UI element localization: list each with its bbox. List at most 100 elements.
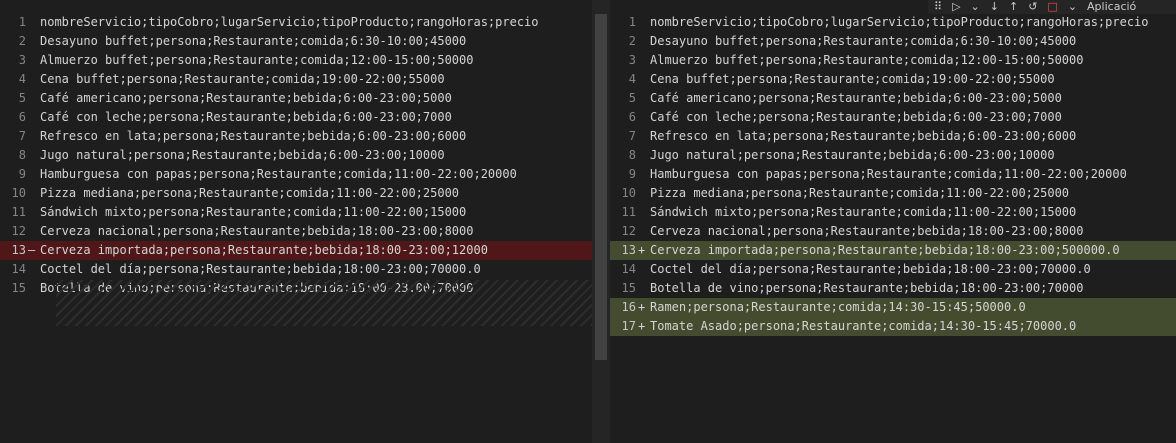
- line-text: Ramen;persona;Restaurante;comida;14:30-1…: [650, 300, 1026, 314]
- left-line-9[interactable]: 9 Hamburguesa con papas;persona;Restauran…: [0, 165, 592, 184]
- left-line-4[interactable]: 4 Cena buffet;persona;Restaurante;comida;…: [0, 70, 592, 89]
- line-text: Jugo natural;persona;Restaurante;bebida;…: [650, 148, 1055, 162]
- line-text: Almuerzo buffet;persona;Restaurante;comi…: [40, 53, 474, 67]
- line-text: Refresco en lata;persona;Restaurante;beb…: [40, 129, 467, 143]
- right-line-3[interactable]: 3 Almuerzo buffet;persona;Restaurante;com…: [610, 51, 1176, 70]
- chevron-down-icon[interactable]: ⌄: [971, 0, 980, 14]
- diff-toolbar: ⠿ ▷ ⌄ ↓ ↑ ↺ □ ⌄ Aplicació: [928, 0, 1176, 14]
- right-line-11[interactable]: 11 Sándwich mixto;persona;Restaurante;com…: [610, 203, 1176, 222]
- right-line-6[interactable]: 6 Café con leche;persona;Restaurante;bebi…: [610, 108, 1176, 127]
- right-line-2[interactable]: 2 Desayuno buffet;persona;Restaurante;com…: [610, 32, 1176, 51]
- line-text: Café americano;persona;Restaurante;bebid…: [40, 91, 452, 105]
- line-number: 2: [18, 34, 26, 48]
- right-line-9[interactable]: 9 Hamburguesa con papas;persona;Restauran…: [610, 165, 1176, 184]
- left-scrollbar[interactable]: [595, 14, 607, 360]
- left-line-12[interactable]: 12 Cerveza nacional;persona;Restaurante;b…: [0, 222, 592, 241]
- right-line-1[interactable]: 1 nombreServicio;tipoCobro;lugarServicio;…: [610, 13, 1176, 32]
- line-text: Hamburguesa con papas;persona;Restaurant…: [650, 167, 1127, 181]
- line-number: 1: [18, 15, 26, 29]
- left-line-10[interactable]: 10 Pizza mediana;persona;Restaurante;comi…: [0, 184, 592, 203]
- left-line-13[interactable]: 13— Cerveza importada;persona;Restaurante…: [0, 241, 592, 260]
- line-number: 8: [18, 148, 26, 162]
- line-text: nombreServicio;tipoCobro;lugarServicio;t…: [40, 15, 539, 29]
- line-text: Café americano;persona;Restaurante;bebid…: [650, 91, 1062, 105]
- line-number: 7: [628, 129, 636, 143]
- right-line-8[interactable]: 8 Jugo natural;persona;Restaurante;bebida…: [610, 146, 1176, 165]
- line-number: 8: [628, 148, 636, 162]
- left-line-1[interactable]: 1 nombreServicio;tipoCobro;lugarServicio;…: [0, 13, 592, 32]
- left-line-7[interactable]: 7 Refresco en lata;persona;Restaurante;be…: [0, 127, 592, 146]
- left-line-6[interactable]: 6 Café con leche;persona;Restaurante;bebi…: [0, 108, 592, 127]
- line-text: Cerveza nacional;persona;Restaurante;beb…: [40, 224, 474, 238]
- revert-icon[interactable]: ↺: [1028, 0, 1037, 14]
- line-number: 10: [11, 186, 26, 200]
- line-text: Refresco en lata;persona;Restaurante;beb…: [650, 129, 1077, 143]
- right-line-12[interactable]: 12 Cerveza nacional;persona;Restaurante;b…: [610, 222, 1176, 241]
- left-line-11[interactable]: 11 Sándwich mixto;persona;Restaurante;com…: [0, 203, 592, 222]
- arrow-down-icon[interactable]: ↓: [990, 0, 999, 14]
- line-number: 10: [621, 186, 636, 200]
- chevron-down-icon[interactable]: ⌄: [1068, 0, 1077, 14]
- line-text: Coctel del día;persona;Restaurante;bebid…: [650, 262, 1091, 276]
- line-text: Coctel del día;persona;Restaurante;bebid…: [40, 262, 481, 276]
- toolbar-label[interactable]: Aplicació: [1087, 0, 1136, 14]
- right-line-17[interactable]: 17 + Tomate Asado;persona;Restaurante;comi…: [610, 317, 1176, 336]
- right-line-15[interactable]: 15 Botella de vino;persona;Restaurante;be…: [610, 279, 1176, 298]
- added-marker: +: [638, 243, 646, 257]
- line-text: Jugo natural;persona;Restaurante;bebida;…: [40, 148, 445, 162]
- original-lines: 1 nombreServicio;tipoCobro;lugarServicio;…: [0, 13, 592, 298]
- line-number: 6: [18, 110, 26, 124]
- empty-diff-hatch: [56, 280, 592, 326]
- removed-marker: —: [28, 243, 36, 257]
- line-text: Cerveza nacional;persona;Restaurante;beb…: [650, 224, 1084, 238]
- line-text: Cena buffet;persona;Restaurante;comida;1…: [40, 72, 445, 86]
- right-line-5[interactable]: 5 Café americano;persona;Restaurante;bebi…: [610, 89, 1176, 108]
- line-number: 12: [11, 224, 26, 238]
- line-text: Almuerzo buffet;persona;Restaurante;comi…: [650, 53, 1084, 67]
- stop-square-icon[interactable]: □: [1047, 0, 1057, 14]
- line-number: 3: [18, 53, 26, 67]
- line-number: 1: [628, 15, 636, 29]
- drag-handle-icon[interactable]: ⠿: [934, 0, 942, 14]
- line-number: 4: [628, 72, 636, 86]
- right-line-7[interactable]: 7 Refresco en lata;persona;Restaurante;be…: [610, 127, 1176, 146]
- line-number: 6: [628, 110, 636, 124]
- line-number: 11: [621, 205, 636, 219]
- arrow-up-icon[interactable]: ↑: [1009, 0, 1018, 14]
- line-number: 5: [628, 91, 636, 105]
- line-number: 2: [628, 34, 636, 48]
- line-number: 12: [621, 224, 636, 238]
- left-line-14[interactable]: 14 Coctel del día;persona;Restaurante;beb…: [0, 260, 592, 279]
- line-number: 3: [628, 53, 636, 67]
- line-number: 14: [11, 262, 26, 276]
- play-icon[interactable]: ▷: [952, 0, 960, 14]
- line-number: 15: [621, 281, 636, 295]
- right-line-16[interactable]: →16+Ramen;persona;Restaurante;comida;14:…: [610, 298, 1176, 317]
- line-number: 11: [11, 205, 26, 219]
- right-line-13[interactable]: →13+Cerveza importada;persona;Restaurant…: [610, 241, 1176, 260]
- diff-original-pane[interactable]: 1 nombreServicio;tipoCobro;lugarServicio;…: [0, 0, 592, 443]
- left-line-5[interactable]: 5 Café americano;persona;Restaurante;bebi…: [0, 89, 592, 108]
- line-text: Cerveza importada;persona;Restaurante;be…: [650, 243, 1120, 257]
- line-text: Cerveza importada;persona;Restaurante;be…: [40, 243, 488, 257]
- line-text: Café con leche;persona;Restaurante;bebid…: [650, 110, 1062, 124]
- added-marker: +: [638, 300, 646, 314]
- right-line-10[interactable]: 10 Pizza mediana;persona;Restaurante;comi…: [610, 184, 1176, 203]
- line-number: 4: [18, 72, 26, 86]
- line-text: Pizza mediana;persona;Restaurante;comida…: [650, 186, 1070, 200]
- line-text: Botella de vino;persona;Restaurante;bebi…: [650, 281, 1084, 295]
- line-text: Desayuno buffet;persona;Restaurante;comi…: [650, 34, 1077, 48]
- right-line-14[interactable]: 14 Coctel del día;persona;Restaurante;beb…: [610, 260, 1176, 279]
- left-line-2[interactable]: 2 Desayuno buffet;persona;Restaurante;com…: [0, 32, 592, 51]
- line-number: 7: [18, 129, 26, 143]
- line-text: Desayuno buffet;persona;Restaurante;comi…: [40, 34, 467, 48]
- line-text: Sándwich mixto;persona;Restaurante;comid…: [650, 205, 1077, 219]
- right-line-4[interactable]: 4 Cena buffet;persona;Restaurante;comida;…: [610, 70, 1176, 89]
- line-number: 14: [621, 262, 636, 276]
- line-text: Pizza mediana;persona;Restaurante;comida…: [40, 186, 460, 200]
- diff-modified-pane[interactable]: 1 nombreServicio;tipoCobro;lugarServicio;…: [610, 0, 1176, 443]
- line-text: Sándwich mixto;persona;Restaurante;comid…: [40, 205, 467, 219]
- left-line-3[interactable]: 3 Almuerzo buffet;persona;Restaurante;com…: [0, 51, 592, 70]
- line-text: Hamburguesa con papas;persona;Restaurant…: [40, 167, 517, 181]
- left-line-8[interactable]: 8 Jugo natural;persona;Restaurante;bebida…: [0, 146, 592, 165]
